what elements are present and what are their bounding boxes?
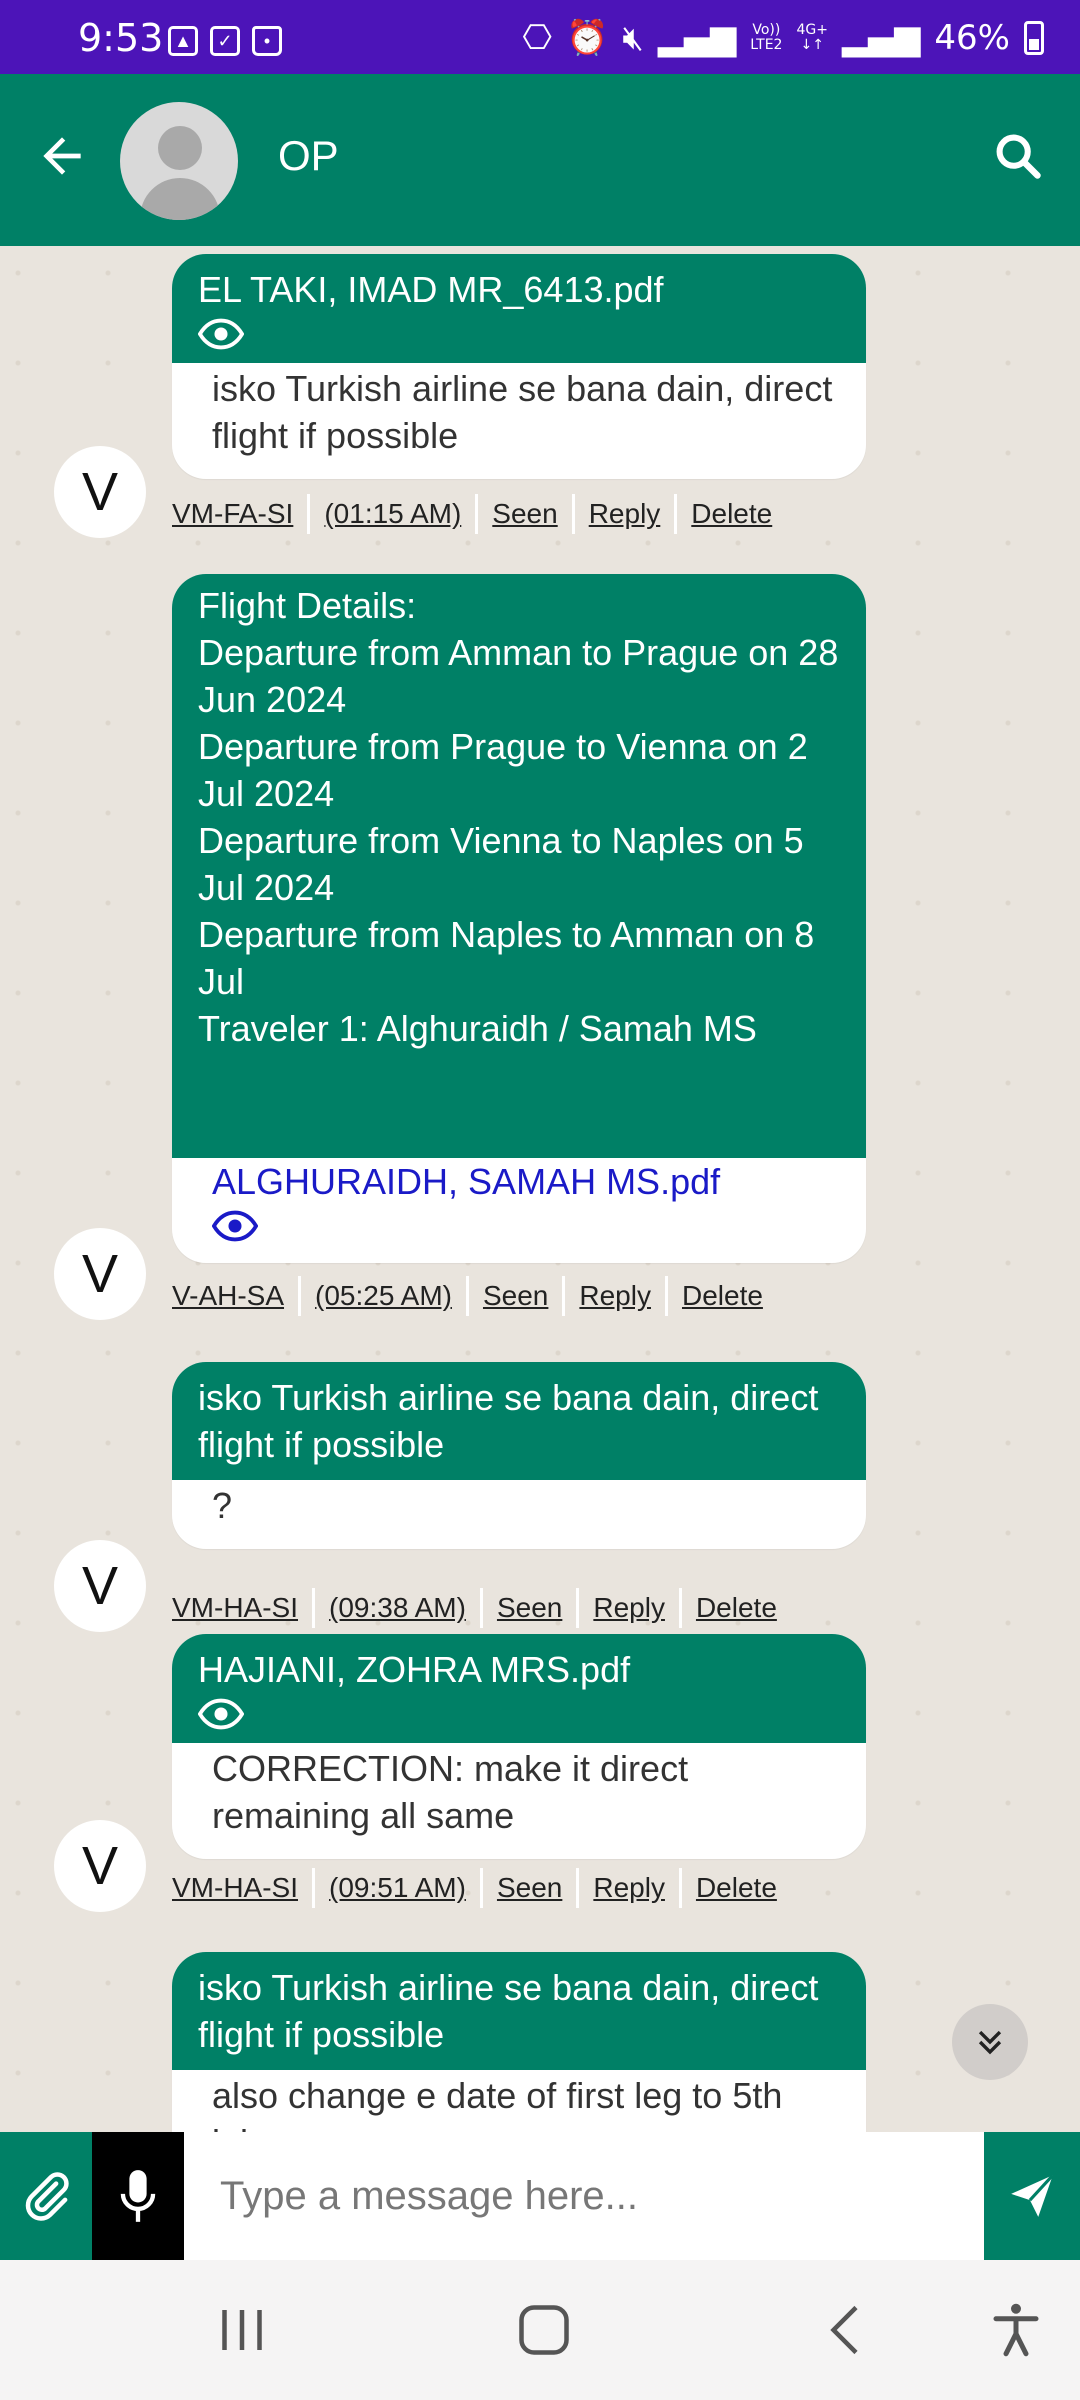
attach-button[interactable] — [0, 2132, 92, 2260]
send-button[interactable] — [984, 2132, 1080, 2260]
send-icon — [1011, 2174, 1054, 2217]
alarm-icon: ⏰ — [566, 18, 609, 58]
screen-recorder-icon: ⎔ — [522, 18, 553, 58]
paperclip-icon — [25, 2172, 69, 2221]
reply-link[interactable]: Reply — [562, 1276, 665, 1316]
delete-link[interactable]: Delete — [674, 494, 786, 534]
back-arrow-icon[interactable] — [34, 128, 90, 184]
sender-code[interactable]: VM-HA-SI — [170, 1588, 312, 1628]
detail-line: Departure from Amman to Prague on 28 Jun… — [198, 632, 839, 720]
message-meta: VM-HA-SI (09:38 AM) Seen Reply Delete — [170, 1588, 791, 1628]
mute-icon: 🔇︎ — [622, 18, 644, 58]
detail-line: Traveler 1: Alghuraidh / Samah MS — [198, 1008, 757, 1049]
back-nav-icon[interactable] — [816, 2300, 876, 2360]
seen-link[interactable]: Seen — [465, 1276, 562, 1316]
status-bar: 9:53 ▲ ✓ • ⎔ ⏰ 🔇︎ ▂▄▆ Vo)) LTE2 4G+ ↓↑ ▂… — [0, 0, 1080, 74]
message-input[interactable] — [184, 2132, 984, 2260]
attachment[interactable]: EL TAKI, IMAD MR_6413.pdf — [172, 254, 866, 363]
sender-code[interactable]: V-AH-SA — [170, 1276, 298, 1316]
data-label: 4G+ ↓↑ — [796, 22, 828, 53]
detail-line: Flight Details: — [198, 585, 417, 626]
message-meta: VM-HA-SI (09:51 AM) Seen Reply Delete — [170, 1868, 791, 1908]
message-time[interactable]: (01:15 AM) — [307, 494, 475, 534]
chat-header: OP — [0, 74, 1080, 246]
system-nav-bar — [0, 2260, 1080, 2400]
home-icon[interactable] — [514, 2300, 574, 2360]
accessibility-icon[interactable] — [986, 2300, 1046, 2360]
sender-code[interactable]: VM-HA-SI — [170, 1868, 312, 1908]
microphone-icon — [120, 2170, 156, 2222]
lock-notification-icon: • — [252, 26, 282, 56]
reply-link[interactable]: Reply — [571, 494, 675, 534]
signal-icon-2: ▂▄▆ — [841, 18, 921, 58]
gallery-notification-icon: ▲ — [168, 26, 198, 56]
battery-percent: 46% — [934, 18, 1010, 58]
delete-link[interactable]: Delete — [678, 1868, 791, 1908]
detail-line: Departure from Vienna to Naples on 5 Jul… — [198, 820, 804, 908]
contact-avatar[interactable] — [120, 102, 238, 220]
message-time[interactable]: (05:25 AM) — [298, 1276, 466, 1316]
search-icon[interactable] — [992, 130, 1044, 182]
message-bubble[interactable]: HAJIANI, ZOHRA MRS.pdf CORRECTION: make … — [172, 1634, 866, 1859]
flight-details: Flight Details: Departure from Amman to … — [172, 574, 866, 1158]
message-text: ? — [212, 1485, 233, 1526]
sender-avatar: V — [54, 1228, 146, 1320]
attachment-filename[interactable]: ALGHURAIDH, SAMAH MS.pdf — [212, 1158, 840, 1205]
delete-link[interactable]: Delete — [678, 1588, 791, 1628]
eye-icon[interactable] — [212, 1209, 258, 1243]
seen-link[interactable]: Seen — [475, 494, 571, 534]
chat-area[interactable]: EL TAKI, IMAD MR_6413.pdf isko Turkish a… — [0, 246, 1080, 2132]
message-text: isko Turkish airline se bana dain, direc… — [212, 368, 833, 456]
volte-label: Vo)) LTE2 — [750, 22, 783, 53]
message-time[interactable]: (09:51 AM) — [312, 1868, 480, 1908]
message-text: CORRECTION: make it direct remaining all… — [212, 1748, 689, 1836]
quoted-message[interactable]: isko Turkish airline se bana dain, direc… — [172, 1952, 866, 2070]
detail-line: Departure from Naples to Amman on 8 Jul — [198, 914, 815, 1002]
message-bubble[interactable]: Flight Details: Departure from Amman to … — [172, 574, 866, 1263]
signal-icon: ▂▄▆ — [657, 18, 737, 58]
message-time[interactable]: (09:38 AM) — [312, 1588, 480, 1628]
scroll-to-bottom-button[interactable] — [952, 2004, 1028, 2080]
battery-icon — [1024, 21, 1044, 55]
voice-record-button[interactable] — [92, 2132, 184, 2260]
message-meta: VM-FA-SI (01:15 AM) Seen Reply Delete — [170, 494, 786, 534]
attachment-filename[interactable]: HAJIANI, ZOHRA MRS.pdf — [198, 1646, 840, 1693]
message-composer — [0, 2132, 1080, 2260]
message-bubble[interactable]: isko Turkish airline se bana dain, direc… — [172, 1362, 866, 1549]
sender-avatar: V — [54, 446, 146, 538]
sender-avatar: V — [54, 1820, 146, 1912]
reply-link[interactable]: Reply — [576, 1868, 679, 1908]
seen-link[interactable]: Seen — [479, 1868, 576, 1908]
eye-icon[interactable] — [198, 1697, 244, 1731]
recent-apps-icon[interactable] — [212, 2300, 272, 2360]
attachment[interactable]: ALGHURAIDH, SAMAH MS.pdf — [172, 1158, 866, 1263]
seen-link[interactable]: Seen — [479, 1588, 576, 1628]
status-time: 9:53 — [78, 16, 164, 60]
sender-code[interactable]: VM-FA-SI — [170, 494, 307, 534]
message-text: also change e date of first leg to 5th j… — [212, 2075, 783, 2132]
message-meta: V-AH-SA (05:25 AM) Seen Reply Delete — [170, 1276, 777, 1316]
double-chevron-down-icon — [978, 2030, 1002, 2055]
eye-icon[interactable] — [198, 317, 244, 351]
quoted-message[interactable]: isko Turkish airline se bana dain, direc… — [172, 1362, 866, 1480]
sender-avatar: V — [54, 1540, 146, 1632]
detail-line: Departure from Prague to Vienna on 2 Jul… — [198, 726, 808, 814]
message-bubble[interactable]: EL TAKI, IMAD MR_6413.pdf isko Turkish a… — [172, 254, 866, 479]
contact-name[interactable]: OP — [278, 132, 339, 180]
attachment-filename[interactable]: EL TAKI, IMAD MR_6413.pdf — [198, 266, 840, 313]
reply-link[interactable]: Reply — [576, 1588, 679, 1628]
attachment[interactable]: HAJIANI, ZOHRA MRS.pdf — [172, 1634, 866, 1743]
delete-link[interactable]: Delete — [664, 1276, 777, 1316]
message-bubble[interactable]: isko Turkish airline se bana dain, direc… — [172, 1952, 866, 2132]
checkbox-notification-icon: ✓ — [210, 26, 240, 56]
